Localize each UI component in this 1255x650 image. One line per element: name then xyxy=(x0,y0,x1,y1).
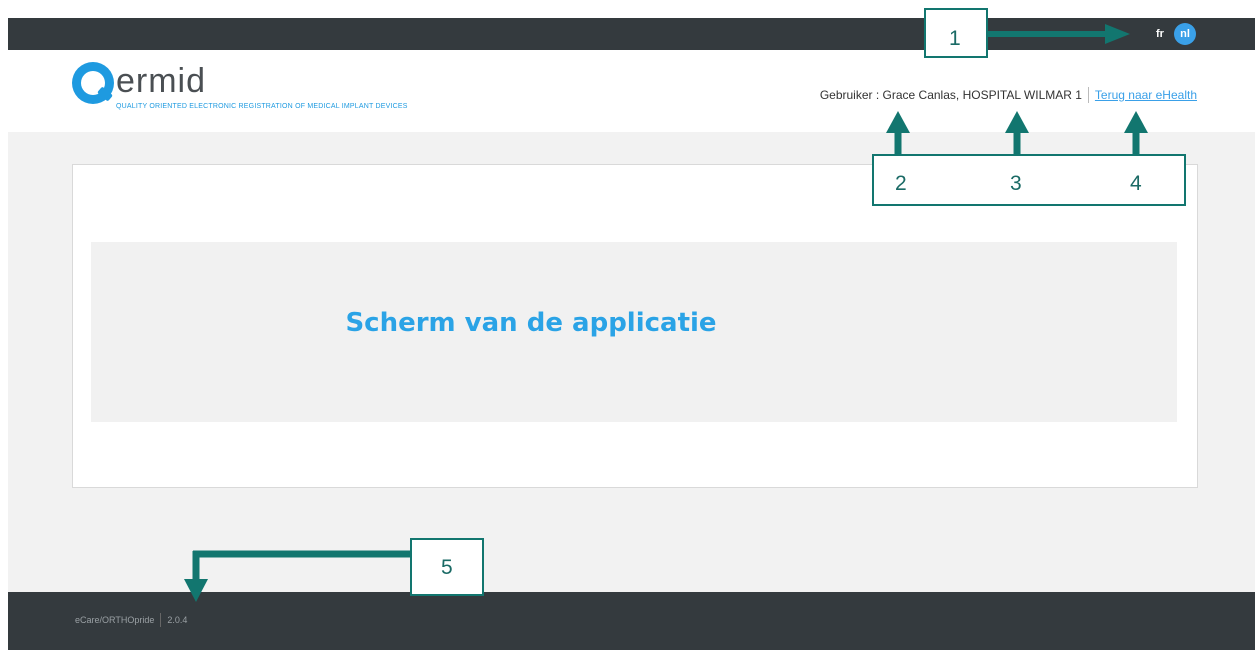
callout-5: 5 xyxy=(410,538,484,596)
callout-3-number: 3 xyxy=(1010,172,1022,195)
logo-tagline: QUALITY ORIENTED ELECTRONIC REGISTRATION… xyxy=(116,103,408,110)
user-label: Gebruiker : xyxy=(819,88,880,102)
footer-divider xyxy=(160,613,162,627)
language-nl-button[interactable]: nl xyxy=(1174,23,1196,45)
header: ermid QUALITY ORIENTED ELECTRONIC REGIST… xyxy=(8,50,1255,132)
divider xyxy=(1087,87,1089,103)
back-to-ehealth-link[interactable]: Terug naar eHealth xyxy=(1095,88,1197,102)
top-bar: fr nl xyxy=(8,18,1255,50)
callout-1-number: 1 xyxy=(949,27,961,50)
application-screen-placeholder: Scherm van de applicatie xyxy=(91,242,1177,422)
footer-version: 2.0.4 xyxy=(167,615,188,625)
logo-word: ermid xyxy=(116,62,207,100)
language-fr-button[interactable]: fr xyxy=(1156,18,1164,50)
screen-title: Scherm van de applicatie xyxy=(345,308,717,338)
callout-4-number: 4 xyxy=(1130,172,1142,195)
footer: eCare/ORTHOpride 2.0.4 xyxy=(8,592,1255,650)
logo-q-icon xyxy=(72,62,114,104)
footer-app-name: eCare/ORTHOpride xyxy=(75,615,155,625)
organization-name: HOSPITAL WILMAR 1 xyxy=(962,88,1082,102)
user-info: Gebruiker : Grace Canlas, HOSPITAL WILMA… xyxy=(820,87,1197,103)
callout-2-number: 2 xyxy=(895,172,907,195)
user-name: Grace Canlas, xyxy=(882,88,960,102)
callout-5-number: 5 xyxy=(441,556,453,579)
callout-2-3-4: 2 3 4 xyxy=(872,154,1186,206)
callout-1: 1 xyxy=(924,8,988,58)
